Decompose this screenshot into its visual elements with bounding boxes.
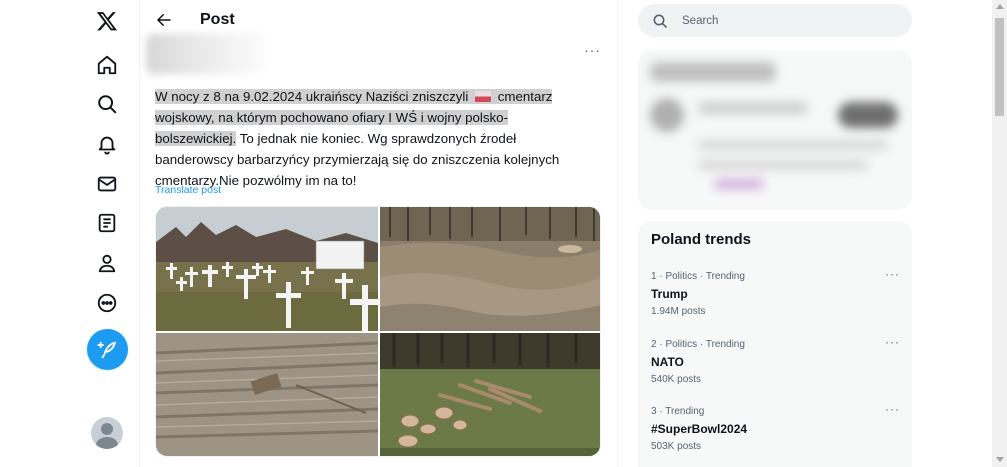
- home-icon[interactable]: [86, 44, 128, 86]
- trends-title: Poland trends: [651, 231, 752, 248]
- trend-item[interactable]: 2 · Politics · Trending NATO 540K posts …: [638, 335, 912, 405]
- notifications-icon[interactable]: [86, 123, 128, 165]
- trends-panel: Poland trends 1 · Politics · Trending Tr…: [638, 221, 912, 467]
- page-title: Post: [200, 11, 235, 28]
- search-input[interactable]: [682, 14, 882, 27]
- post-photo-4[interactable]: [380, 333, 600, 456]
- trend-more-icon[interactable]: ···: [885, 335, 900, 349]
- post-photo-2[interactable]: [380, 207, 600, 331]
- more-icon[interactable]: [86, 282, 128, 324]
- trend-item[interactable]: 3 · Trending #SuperBowl2024 503K posts ·…: [638, 402, 912, 467]
- lists-icon[interactable]: [86, 202, 128, 244]
- account-avatar[interactable]: [91, 417, 123, 449]
- scrollbar-thumb[interactable]: [995, 18, 1004, 116]
- trend-more-icon[interactable]: ···: [885, 267, 900, 281]
- compose-post-button[interactable]: [87, 329, 128, 370]
- post-more-icon[interactable]: ···: [584, 42, 601, 58]
- trend-meta: 3 · Trending: [651, 406, 705, 417]
- post-photo-3[interactable]: [156, 333, 378, 456]
- search-bar[interactable]: [638, 4, 912, 37]
- trend-name: #SuperBowl2024: [651, 422, 748, 436]
- trend-name: NATO: [651, 355, 684, 369]
- x-logo-icon[interactable]: [86, 0, 128, 42]
- left-nav: [0, 0, 140, 467]
- trend-meta: 2 · Politics · Trending: [651, 339, 745, 350]
- explore-icon[interactable]: [86, 83, 128, 125]
- scroll-down-arrow-icon[interactable]: [996, 457, 1004, 462]
- post-text-part1: W nocy z 8 na 9.02.2024 ukraińscy Naziśc…: [155, 89, 469, 104]
- search-icon: [653, 14, 667, 28]
- trend-posts: 1.94M posts: [651, 306, 706, 317]
- messages-icon[interactable]: [86, 163, 128, 205]
- main-column: Post ··· W nocy z 8 na 9.02.2024 ukraińs…: [140, 0, 618, 467]
- poland-flag-icon: [475, 91, 492, 102]
- post-text: W nocy z 8 na 9.02.2024 ukraińscy Naziśc…: [155, 86, 585, 191]
- trend-name: Trump: [651, 287, 688, 301]
- profile-icon[interactable]: [86, 242, 128, 284]
- post-photo-grid: [155, 206, 601, 457]
- compose-post-icon: [96, 341, 116, 358]
- trend-item[interactable]: 1 · Politics · Trending Trump 1.94M post…: [638, 267, 912, 337]
- trend-posts: 503K posts: [651, 441, 702, 452]
- trend-posts: 540K posts: [651, 374, 702, 385]
- translate-post-link[interactable]: Translate post: [155, 184, 221, 196]
- author-blurred: [146, 34, 266, 74]
- post-photo-1[interactable]: [156, 207, 378, 331]
- blurred-panel: [638, 50, 912, 210]
- back-arrow-icon[interactable]: [152, 8, 176, 32]
- trend-more-icon[interactable]: ···: [885, 402, 900, 416]
- trend-meta: 1 · Politics · Trending: [651, 271, 745, 282]
- scroll-up-arrow-icon[interactable]: [996, 4, 1004, 9]
